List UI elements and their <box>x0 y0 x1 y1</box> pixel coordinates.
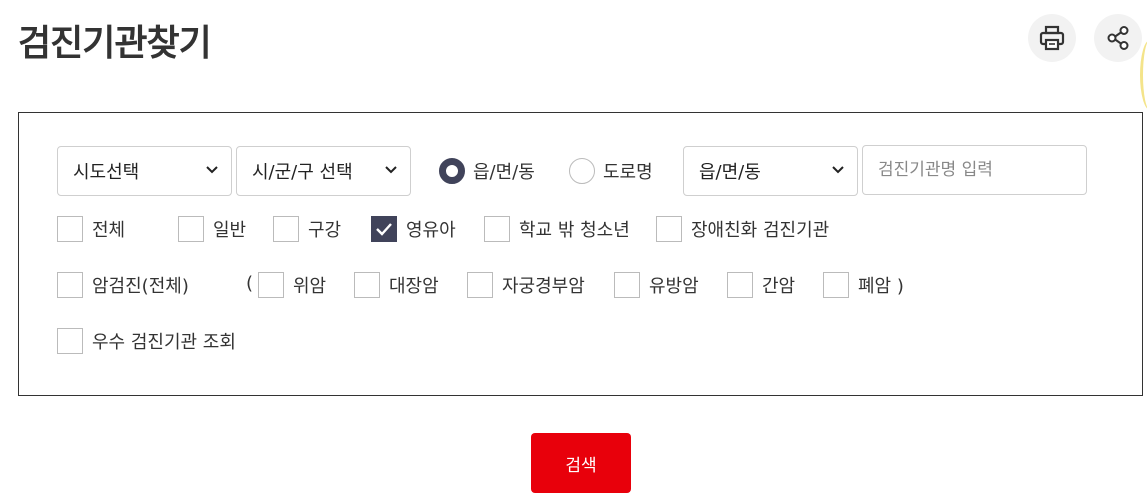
checkbox-box <box>57 216 83 242</box>
checkbox-lung-cancer[interactable]: 폐암 ) <box>823 272 904 298</box>
checkbox-infant[interactable]: 영유아 <box>371 216 456 242</box>
sigungu-select[interactable]: 시/군/구 선택 <box>236 146 411 196</box>
checkbox-box <box>354 272 380 298</box>
checkbox-box <box>57 272 83 298</box>
checkbox-box <box>371 216 397 242</box>
checkbox-label: 영유아 <box>406 220 456 241</box>
search-button[interactable]: 검색 <box>531 433 631 493</box>
print-icon <box>1039 25 1065 51</box>
sigungu-select-value: 시/군/구 선택 <box>252 162 353 183</box>
share-icon <box>1107 26 1129 50</box>
checkbox-label: 전체 <box>92 220 126 241</box>
checkbox-box <box>484 216 510 242</box>
checkbox-excellent-institution[interactable]: 우수 검진기관 조회 <box>57 328 236 354</box>
chevron-down-icon <box>832 166 844 174</box>
check-icon <box>376 223 392 236</box>
print-button[interactable] <box>1028 14 1076 62</box>
checkbox-label: 유방암 <box>649 276 699 297</box>
radio-dot <box>569 158 595 184</box>
decorative-arc <box>1140 40 1147 110</box>
checkbox-box <box>656 216 682 242</box>
page-title: 검진기관찾기 <box>18 23 212 64</box>
checkbox-box <box>258 272 284 298</box>
checkbox-cancer-all[interactable]: 암검진(전체) <box>57 272 189 298</box>
chevron-down-icon <box>206 166 218 174</box>
checkbox-label: 간암 <box>762 276 796 297</box>
checkbox-colon-cancer[interactable]: 대장암 <box>354 272 439 298</box>
checkbox-disability-friendly[interactable]: 장애친화 검진기관 <box>656 216 829 242</box>
checkbox-box <box>823 272 849 298</box>
checkbox-general[interactable]: 일반 <box>178 216 246 242</box>
checkbox-label: 구강 <box>308 220 342 241</box>
emd-select-value: 읍/면/동 <box>699 162 761 183</box>
checkbox-label: 자궁경부암 <box>502 276 585 297</box>
checkbox-box <box>273 216 299 242</box>
checkbox-label: 대장암 <box>389 276 439 297</box>
checkbox-out-of-school-youth[interactable]: 학교 밖 청소년 <box>484 216 630 242</box>
share-button[interactable] <box>1094 14 1142 62</box>
checkbox-box <box>614 272 640 298</box>
checkbox-liver-cancer[interactable]: 간암 <box>727 272 795 298</box>
checkbox-label: 우수 검진기관 조회 <box>92 332 236 353</box>
checkbox-label: 위암 <box>293 276 327 297</box>
chevron-down-icon <box>385 166 397 174</box>
sido-select[interactable]: 시도선택 <box>57 146 232 196</box>
checkbox-label: 장애친화 검진기관 <box>691 220 830 241</box>
checkbox-label: 일반 <box>213 220 247 241</box>
institution-name-input[interactable] <box>862 145 1087 195</box>
radio-dot <box>439 158 465 184</box>
checkbox-stomach-cancer[interactable]: 위암 <box>258 272 326 298</box>
paren-open: ( <box>246 273 254 294</box>
emd-select[interactable]: 읍/면/동 <box>683 146 858 196</box>
checkbox-cervical-cancer[interactable]: 자궁경부암 <box>467 272 585 298</box>
search-filter-panel: 시도선택 시/군/구 선택 읍/면/동 도로명 읍/면/동 전체 일반 구강 영… <box>18 112 1143 396</box>
checkbox-box <box>727 272 753 298</box>
checkbox-label: 학교 밖 청소년 <box>519 220 630 241</box>
checkbox-box <box>178 216 204 242</box>
radio-emd[interactable]: 읍/면/동 <box>439 158 535 184</box>
radio-label: 도로명 <box>603 162 653 183</box>
sido-select-value: 시도선택 <box>73 162 140 183</box>
radio-road-name[interactable]: 도로명 <box>569 158 653 184</box>
checkbox-breast-cancer[interactable]: 유방암 <box>614 272 699 298</box>
checkbox-box <box>57 328 83 354</box>
checkbox-label: 암검진(전체) <box>92 276 189 297</box>
checkbox-box <box>467 272 493 298</box>
checkbox-label: 폐암 ) <box>858 276 904 297</box>
checkbox-dental[interactable]: 구강 <box>273 216 341 242</box>
checkbox-all[interactable]: 전체 <box>57 216 125 242</box>
radio-label: 읍/면/동 <box>473 162 535 183</box>
